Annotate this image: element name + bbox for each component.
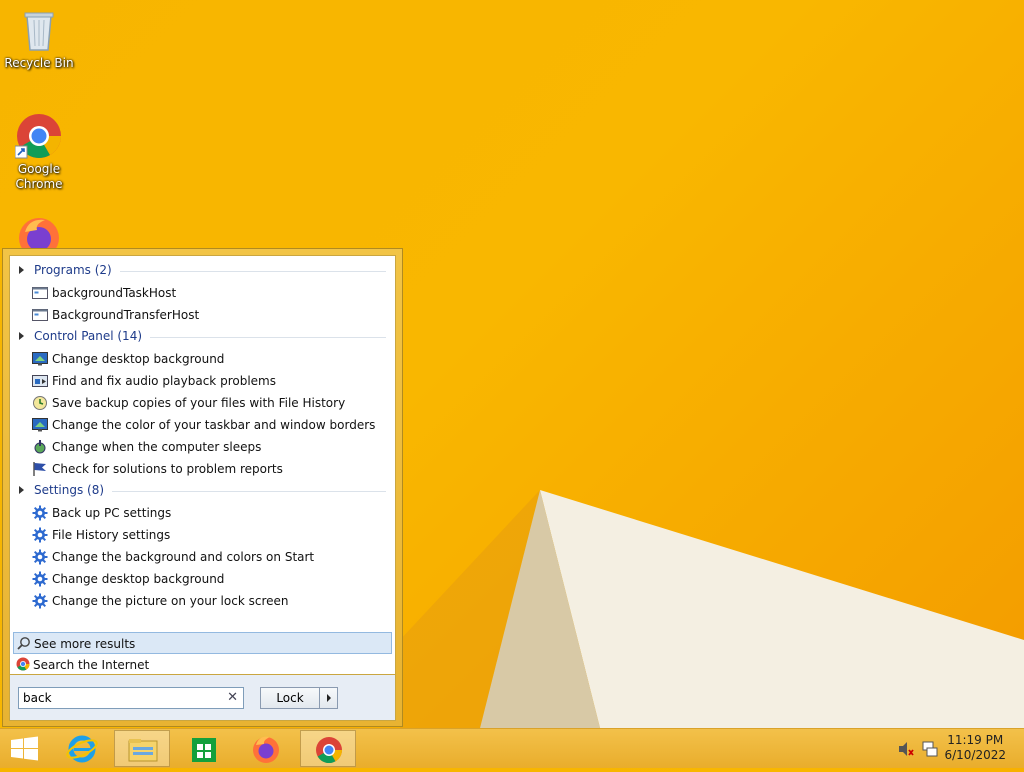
expand-arrow-icon: [19, 266, 24, 274]
result-item-label: Find and fix audio playback problems: [52, 374, 276, 388]
start-menu-search-bar: back ✕ Lock: [9, 675, 396, 721]
result-item-label: Change the color of your taskbar and win…: [52, 418, 376, 432]
group-divider: [112, 491, 386, 492]
result-item[interactable]: Check for solutions to problem reports: [32, 458, 387, 480]
recycle-bin-icon: [15, 6, 63, 54]
gear-icon: [32, 593, 48, 609]
expand-arrow-icon: [19, 486, 24, 494]
result-item[interactable]: File History settings: [32, 524, 387, 546]
volume-muted-icon[interactable]: [898, 741, 914, 757]
result-item-label: File History settings: [52, 528, 171, 542]
result-item-label: Change the background and colors on Star…: [52, 550, 315, 564]
taskbar-clock[interactable]: 11:19 PM 6/10/2022: [944, 733, 1006, 763]
chevron-right-icon: [327, 694, 331, 702]
results-group-header[interactable]: Settings (8): [10, 480, 395, 500]
app-window-icon: [32, 307, 48, 323]
result-item-label: backgroundTaskHost: [52, 286, 177, 300]
result-item[interactable]: Back up PC settings: [32, 502, 387, 524]
result-item-label: BackgroundTransferHost: [52, 308, 200, 322]
desktop-icon-label: Google Chrome: [15, 162, 63, 191]
chrome-icon: [14, 112, 63, 160]
search-input-value: back: [23, 691, 52, 705]
chrome-icon: [16, 657, 30, 671]
group-divider: [150, 337, 386, 338]
app-window-icon: [32, 285, 48, 301]
firefox-icon: [253, 736, 279, 763]
desktop-icon-label: Recycle Bin: [4, 56, 74, 70]
expand-arrow-icon: [19, 332, 24, 340]
result-item-label: Change desktop background: [52, 572, 225, 586]
see-more-results-label: See more results: [34, 637, 136, 651]
result-item-label: Save backup copies of your files with Fi…: [52, 396, 346, 410]
power-icon: [32, 439, 48, 455]
gear-icon: [32, 505, 48, 521]
result-item-label: Check for solutions to problem reports: [52, 462, 283, 476]
start-button[interactable]: [0, 730, 56, 767]
desktop-icon-google-chrome[interactable]: Google Chrome: [4, 112, 74, 192]
start-menu: Programs (2) backgroundTaskHost Background…: [2, 248, 403, 727]
power-options-arrow-button[interactable]: [319, 687, 338, 709]
result-item[interactable]: Change desktop background: [32, 348, 387, 370]
result-item[interactable]: Find and fix audio playback problems: [32, 370, 387, 392]
result-item[interactable]: Change the background and colors on Star…: [32, 546, 387, 568]
group-title: Programs (2): [34, 263, 112, 277]
clear-search-icon[interactable]: ✕: [227, 690, 238, 705]
group-title: Control Panel (14): [34, 329, 143, 343]
flag-icon: [32, 461, 48, 477]
search-results-pane: Programs (2) backgroundTaskHost Background…: [9, 255, 396, 675]
group-divider: [120, 271, 386, 272]
result-item[interactable]: Change desktop background: [32, 568, 387, 590]
result-item[interactable]: Change the color of your taskbar and win…: [32, 414, 387, 436]
clock-time: 11:19 PM: [947, 733, 1004, 747]
taskbar-file-explorer[interactable]: [114, 730, 170, 767]
network-icon[interactable]: [921, 740, 939, 758]
gear-icon: [32, 527, 48, 543]
taskbar-google-chrome[interactable]: [300, 730, 356, 767]
see-more-results-link[interactable]: See more results: [13, 632, 392, 654]
taskbar: 11:19 PM 6/10/2022: [0, 728, 1024, 768]
troubleshoot-icon: [32, 373, 48, 389]
result-item-label: Change when the computer sleeps: [52, 440, 262, 454]
lock-button[interactable]: Lock: [260, 687, 320, 709]
search-internet-label: Search the Internet: [33, 658, 150, 672]
chrome-icon: [316, 737, 343, 764]
windows-logo-icon: [11, 736, 38, 761]
results-group-header[interactable]: Control Panel (14): [10, 326, 395, 346]
file-history-icon: [32, 395, 48, 411]
taskbar-firefox[interactable]: [238, 730, 294, 767]
taskbar-internet-explorer[interactable]: [54, 730, 110, 767]
result-item[interactable]: Save backup copies of your files with Fi…: [32, 392, 387, 414]
clock-date: 6/10/2022: [944, 748, 1006, 762]
search-icon: [17, 636, 31, 650]
monitor-icon: [32, 351, 48, 367]
search-internet-link[interactable]: Search the Internet: [13, 654, 392, 676]
store-icon: [192, 738, 216, 762]
result-item[interactable]: BackgroundTransferHost: [32, 304, 387, 326]
gear-icon: [32, 549, 48, 565]
internet-explorer-icon: [66, 735, 98, 763]
search-input[interactable]: back ✕: [18, 687, 244, 709]
result-item-label: Change desktop background: [52, 352, 225, 366]
result-item[interactable]: backgroundTaskHost: [32, 282, 387, 304]
monitor-icon: [32, 417, 48, 433]
group-title: Settings (8): [34, 483, 105, 497]
folder-icon: [128, 739, 158, 762]
result-item-label: Back up PC settings: [52, 506, 172, 520]
taskbar-store[interactable]: [176, 730, 232, 767]
desktop-icon-recycle-bin[interactable]: Recycle Bin: [4, 6, 74, 71]
result-item-label: Change the picture on your lock screen: [52, 594, 289, 608]
result-item[interactable]: Change the picture on your lock screen: [32, 590, 387, 612]
results-group-header[interactable]: Programs (2): [10, 260, 395, 280]
gear-icon: [32, 571, 48, 587]
result-item[interactable]: Change when the computer sleeps: [32, 436, 387, 458]
